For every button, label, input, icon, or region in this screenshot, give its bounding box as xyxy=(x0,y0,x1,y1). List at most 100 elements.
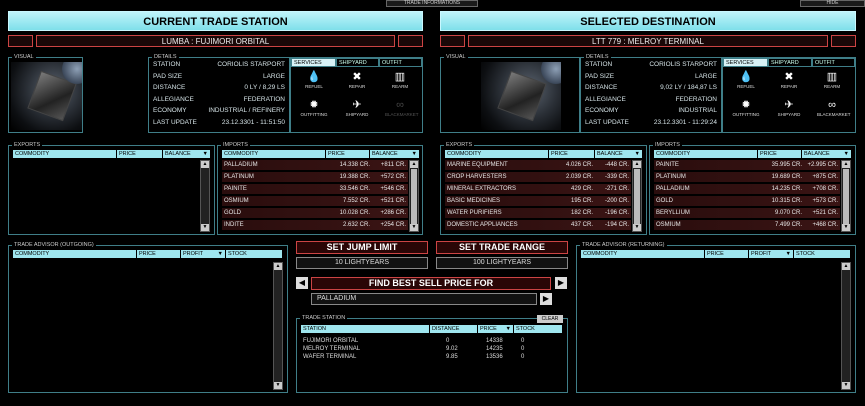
tab-shipyard[interactable]: SHIPYARD xyxy=(336,58,379,67)
col-balance[interactable]: BALANCE ▼ xyxy=(802,150,852,158)
table-row[interactable]: DOMESTIC APPLIANCES 437 CR. -194 CR. xyxy=(445,220,631,231)
next-commodity-icon[interactable]: ▶ xyxy=(555,277,567,289)
scroll-thumb[interactable] xyxy=(634,169,640,225)
col-price[interactable]: PRICE xyxy=(326,150,370,158)
table-row[interactable]: OSMIUM 7.499 CR. +468 CR. xyxy=(654,220,840,231)
table-row[interactable]: GOLD 10.028 CR. +286 CR. xyxy=(222,208,408,219)
service-repair[interactable]: ✖ REPAIR xyxy=(774,70,804,89)
scroll-up-icon[interactable]: ▲ xyxy=(633,161,641,168)
set-trade-range-button[interactable]: SET TRADE RANGE xyxy=(436,241,568,254)
table-row[interactable]: BERYLLIUM 9.070 CR. +521 CR. xyxy=(654,208,840,219)
col-commodity[interactable]: COMMODITY xyxy=(445,150,549,158)
col-balance[interactable]: BALANCE ▼ xyxy=(370,150,420,158)
scroll-down-icon[interactable]: ▼ xyxy=(842,382,850,389)
table-row[interactable]: FUJIMORI ORBITAL 0 14338 0 xyxy=(301,337,563,345)
table-row[interactable]: PAINITE 35.995 CR. +2.995 CR. xyxy=(654,160,840,171)
table-row[interactable]: WATER PURIFIERS 182 CR. -196 CR. xyxy=(445,208,631,219)
clear-button[interactable]: CLEAR xyxy=(537,315,563,323)
table-row[interactable]: PAINITE 33.546 CR. +546 CR. xyxy=(222,184,408,195)
table-row[interactable]: INDITE 2.632 CR. +254 CR. xyxy=(222,220,408,231)
scroll-down-icon[interactable]: ▼ xyxy=(410,224,418,231)
service-rearm[interactable]: ▥ REARM xyxy=(817,70,847,89)
col-distance[interactable]: DISTANCE xyxy=(430,325,478,333)
table-row[interactable]: MELROY TERMINAL 9.02 14235 0 xyxy=(301,345,563,353)
service-blackmarket[interactable]: ∞ BLACKMARKET xyxy=(817,98,851,117)
next-station-button[interactable] xyxy=(398,35,423,47)
col-stock[interactable]: STOCK xyxy=(226,250,283,258)
advisor-scrollbar[interactable]: ▲ ▼ xyxy=(841,262,851,390)
hide-button[interactable]: HIDE xyxy=(800,0,865,7)
col-price[interactable]: PRICE ▼ xyxy=(478,325,514,333)
col-commodity[interactable]: COMMODITY xyxy=(222,150,326,158)
set-jump-limit-button[interactable]: SET JUMP LIMIT xyxy=(296,241,428,254)
service-rearm[interactable]: ▥ REARM xyxy=(385,70,415,89)
tab-services[interactable]: SERVICES xyxy=(291,58,336,67)
table-row[interactable]: CROP HARVESTERS 2.039 CR. -339 CR. xyxy=(445,172,631,183)
col-balance[interactable]: BALANCE ▼ xyxy=(595,150,643,158)
col-price[interactable]: PRICE xyxy=(705,250,749,258)
col-profit[interactable]: PROFIT ▼ xyxy=(181,250,226,258)
trade-range-field[interactable]: 100 LIGHTYEARS xyxy=(436,257,568,269)
scroll-down-icon[interactable]: ▼ xyxy=(274,382,282,389)
scroll-up-icon[interactable]: ▲ xyxy=(274,263,282,270)
service-refuel[interactable]: 💧 REFUEL xyxy=(299,70,329,89)
service-outfitting[interactable]: ✹ OUTFITTING xyxy=(299,98,329,117)
col-price[interactable]: PRICE xyxy=(137,250,181,258)
table-row[interactable]: BASIC MEDICINES 195 CR. -200 CR. xyxy=(445,196,631,207)
col-commodity[interactable]: COMMODITY xyxy=(581,250,705,258)
table-row[interactable]: WAFER TERMINAL 9.85 13536 0 xyxy=(301,353,563,361)
service-shipyard[interactable]: ✈ SHIPYARD xyxy=(774,98,804,117)
service-outfitting[interactable]: ✹ OUTFITTING xyxy=(731,98,761,117)
col-price[interactable]: PRICE xyxy=(117,150,163,158)
col-commodity[interactable]: COMMODITY xyxy=(13,250,137,258)
service-refuel[interactable]: 💧 REFUEL xyxy=(731,70,761,89)
jump-limit-field[interactable]: 10 LIGHTYEARS xyxy=(296,257,428,269)
scroll-up-icon[interactable]: ▲ xyxy=(842,161,850,168)
col-balance[interactable]: BALANCE ▼ xyxy=(163,150,211,158)
service-shipyard[interactable]: ✈ SHIPYARD xyxy=(342,98,372,117)
prev-destination-button[interactable] xyxy=(440,35,465,47)
scroll-up-icon[interactable]: ▲ xyxy=(201,161,209,168)
table-row[interactable]: PALLADIUM 14.338 CR. +811 CR. xyxy=(222,160,408,171)
tab-shipyard[interactable]: SHIPYARD xyxy=(768,58,812,67)
tab-services[interactable]: SERVICES xyxy=(723,58,768,67)
col-price[interactable]: PRICE xyxy=(549,150,595,158)
prev-station-button[interactable] xyxy=(8,35,33,47)
scroll-down-icon[interactable]: ▼ xyxy=(633,224,641,231)
scroll-thumb[interactable] xyxy=(411,169,417,225)
exports-scrollbar[interactable]: ▲ ▼ xyxy=(632,160,642,232)
commodity-select[interactable]: PALLADIUM xyxy=(311,293,537,305)
scroll-thumb[interactable] xyxy=(843,169,849,225)
col-stock[interactable]: STOCK xyxy=(514,325,563,333)
table-row[interactable]: MARINE EQUIPMENT 4.026 CR. -448 CR. xyxy=(445,160,631,171)
col-stock[interactable]: STOCK xyxy=(794,250,851,258)
scroll-up-icon[interactable]: ▲ xyxy=(410,161,418,168)
table-row[interactable]: GOLD 10.315 CR. +573 CR. xyxy=(654,196,840,207)
scroll-down-icon[interactable]: ▼ xyxy=(201,224,209,231)
scroll-down-icon[interactable]: ▼ xyxy=(842,224,850,231)
col-commodity[interactable]: COMMODITY xyxy=(654,150,758,158)
imports-scrollbar[interactable]: ▲ ▼ xyxy=(841,160,851,232)
col-profit[interactable]: PROFIT ▼ xyxy=(749,250,794,258)
next-destination-button[interactable] xyxy=(831,35,856,47)
imports-scrollbar[interactable]: ▲ ▼ xyxy=(409,160,419,232)
table-row[interactable]: OSMIUM 7.552 CR. +521 CR. xyxy=(222,196,408,207)
commodity-next-icon[interactable]: ▶ xyxy=(540,293,552,305)
table-row[interactable]: PLATINUM 19.689 CR. +875 CR. xyxy=(654,172,840,183)
table-row[interactable]: PLATINUM 19.388 CR. +572 CR. xyxy=(222,172,408,183)
advisor-scrollbar[interactable]: ▲ ▼ xyxy=(273,262,283,390)
tab-outfit[interactable]: OUTFIT xyxy=(812,58,855,67)
prev-commodity-icon[interactable]: ◀ xyxy=(296,277,308,289)
exports-scrollbar[interactable]: ▲ ▼ xyxy=(200,160,210,232)
col-station[interactable]: STATION xyxy=(301,325,430,333)
tab-outfit[interactable]: OUTFIT xyxy=(379,58,422,67)
scroll-up-icon[interactable]: ▲ xyxy=(842,263,850,270)
service-repair[interactable]: ✖ REPAIR xyxy=(342,70,372,89)
tab-trade-informations[interactable]: TRADE INFORMATIONS xyxy=(386,0,478,7)
col-commodity[interactable]: COMMODITY xyxy=(13,150,117,158)
service-blackmarket[interactable]: ∞ BLACKMARKET xyxy=(385,98,419,117)
table-row[interactable]: PALLADIUM 14.235 CR. +708 CR. xyxy=(654,184,840,195)
find-best-sell-button[interactable]: FIND BEST SELL PRICE FOR xyxy=(311,277,551,290)
table-row[interactable]: MINERAL EXTRACTORS 429 CR. -271 CR. xyxy=(445,184,631,195)
col-price[interactable]: PRICE xyxy=(758,150,802,158)
